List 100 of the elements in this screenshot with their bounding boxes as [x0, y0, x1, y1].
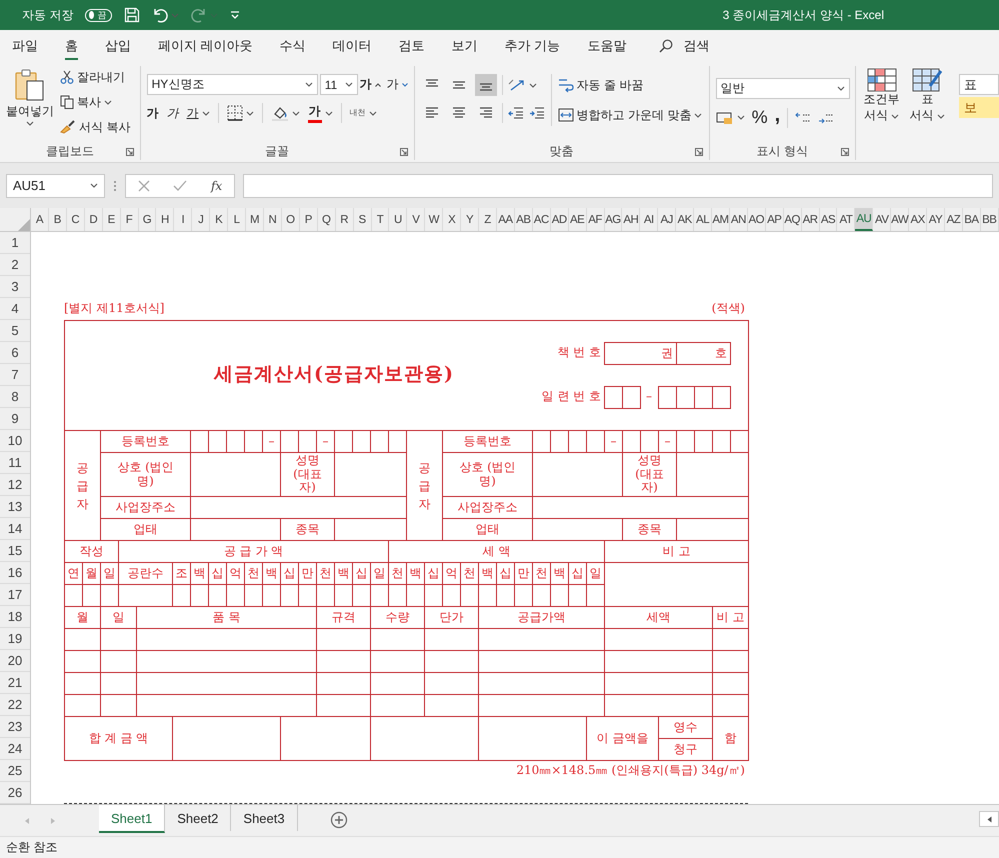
column-header[interactable]: X	[443, 208, 462, 231]
sheet-tab[interactable]: Sheet1	[99, 805, 166, 833]
column-header[interactable]: L	[228, 208, 246, 231]
column-header[interactable]: AU	[855, 208, 874, 231]
column-header[interactable]: U	[389, 208, 408, 231]
row-header[interactable]: 17	[0, 584, 30, 606]
customize-toolbar-icon[interactable]	[230, 10, 240, 20]
grow-font-button[interactable]: 가	[360, 76, 381, 93]
ribbon-tab[interactable]: 수식	[280, 32, 306, 60]
row-header[interactable]: 16	[0, 562, 30, 584]
column-header[interactable]: P	[300, 208, 318, 231]
column-header[interactable]: BA	[962, 208, 981, 231]
column-header[interactable]: W	[425, 208, 444, 231]
row-header[interactable]: 4	[0, 298, 30, 320]
row-header[interactable]: 14	[0, 518, 30, 540]
more-options-icon[interactable]	[113, 180, 117, 192]
column-header[interactable]: AK	[676, 208, 694, 231]
ribbon-tab[interactable]: 삽입	[105, 32, 131, 60]
column-header[interactable]: Y	[461, 208, 480, 231]
enter-check-icon[interactable]	[173, 180, 188, 192]
row-header[interactable]: 5	[0, 320, 30, 342]
column-header[interactable]: AZ	[945, 208, 963, 231]
increase-decimal-icon[interactable]	[795, 110, 812, 124]
cut-button[interactable]: 잘라내기	[60, 66, 130, 88]
row-header[interactable]: 9	[0, 408, 30, 430]
column-header[interactable]: AJ	[658, 208, 676, 231]
orientation-button[interactable]	[508, 78, 537, 92]
dialog-launcher-icon[interactable]	[126, 148, 134, 156]
autosave-toggle[interactable]: 끔	[85, 8, 112, 22]
phonetic-button[interactable]: 내천	[350, 109, 377, 117]
row-header[interactable]: 3	[0, 276, 30, 298]
column-header[interactable]: C	[66, 208, 85, 231]
column-header[interactable]: AL	[694, 208, 712, 231]
vertical-align-button[interactable]	[474, 74, 497, 96]
bold-button[interactable]: 가	[146, 104, 159, 122]
undo-button[interactable]	[152, 7, 180, 23]
number-format-field[interactable]: 일반	[716, 78, 850, 99]
column-header[interactable]: AQ	[784, 208, 802, 231]
column-header[interactable]: I	[174, 208, 192, 231]
ribbon-tab[interactable]: 데이터	[332, 32, 372, 60]
format-painter-button[interactable]: 서식 복사	[60, 116, 130, 138]
increase-indent-icon[interactable]	[528, 106, 545, 120]
row-header[interactable]: 20	[0, 650, 30, 672]
cell-style-swatch[interactable]: 표	[959, 74, 999, 95]
column-header[interactable]: AO	[748, 208, 766, 231]
row-header[interactable]: 11	[0, 452, 30, 474]
row-header[interactable]: 10	[0, 430, 30, 452]
column-header[interactable]: G	[138, 208, 156, 231]
column-header[interactable]: Q	[318, 208, 336, 231]
ribbon-tab[interactable]: 보기	[452, 32, 478, 60]
percent-button[interactable]: %	[752, 107, 768, 128]
row-header[interactable]: 8	[0, 386, 30, 408]
column-header[interactable]: S	[354, 208, 372, 231]
column-header[interactable]: V	[407, 208, 426, 231]
column-header[interactable]: AV	[873, 208, 892, 231]
comma-button[interactable]: ,	[774, 104, 780, 124]
row-header[interactable]: 23	[0, 716, 30, 738]
format-as-table-button[interactable]: 표 서식	[910, 68, 945, 162]
column-header[interactable]: O	[282, 208, 300, 231]
font-color-button[interactable]: 가	[308, 103, 333, 123]
name-box[interactable]: AU51	[6, 174, 105, 198]
underline-button[interactable]: 가	[186, 104, 210, 122]
column-header[interactable]: K	[210, 208, 228, 231]
column-header[interactable]: AD	[550, 208, 569, 231]
sheet-tab[interactable]: Sheet3	[231, 805, 298, 831]
row-header[interactable]: 24	[0, 738, 30, 760]
shrink-font-button[interactable]: 가	[386, 76, 408, 93]
font-size-field[interactable]: 11	[320, 74, 358, 95]
column-header[interactable]: AN	[730, 208, 748, 231]
column-header[interactable]: F	[120, 208, 139, 231]
column-header[interactable]: AX	[909, 208, 928, 231]
add-sheet-icon[interactable]	[330, 811, 348, 829]
formula-input[interactable]	[243, 174, 993, 198]
row-header[interactable]: 7	[0, 364, 30, 386]
column-header[interactable]: AF	[586, 208, 604, 231]
wrap-text-button[interactable]: 자동 줄 바꿈	[558, 74, 702, 96]
column-header[interactable]: D	[84, 208, 103, 231]
column-header[interactable]: E	[102, 208, 121, 231]
ribbon-tab[interactable]: 홈	[65, 32, 78, 60]
column-header[interactable]: AP	[766, 208, 784, 231]
borders-button[interactable]	[226, 105, 254, 121]
column-header[interactable]: AM	[712, 208, 730, 231]
column-header[interactable]: AC	[532, 208, 551, 231]
row-header[interactable]: 19	[0, 628, 30, 650]
dialog-launcher-icon[interactable]	[400, 148, 408, 156]
column-header[interactable]: AI	[640, 208, 658, 231]
copy-button[interactable]: 복사	[60, 91, 130, 113]
search-label[interactable]: 검색	[683, 37, 710, 55]
save-icon[interactable]	[124, 7, 140, 23]
dialog-launcher-icon[interactable]	[694, 148, 703, 156]
column-header[interactable]: AR	[802, 208, 820, 231]
column-header[interactable]: AH	[622, 208, 640, 231]
column-header[interactable]: Z	[479, 208, 497, 231]
column-header[interactable]: T	[372, 208, 390, 231]
paste-button[interactable]: 붙여넣기	[6, 66, 54, 142]
column-header[interactable]: N	[264, 208, 282, 231]
column-header[interactable]: AW	[891, 208, 910, 231]
row-header[interactable]: 15	[0, 540, 30, 562]
row-header[interactable]: 2	[0, 254, 30, 276]
column-header[interactable]: AY	[927, 208, 946, 231]
